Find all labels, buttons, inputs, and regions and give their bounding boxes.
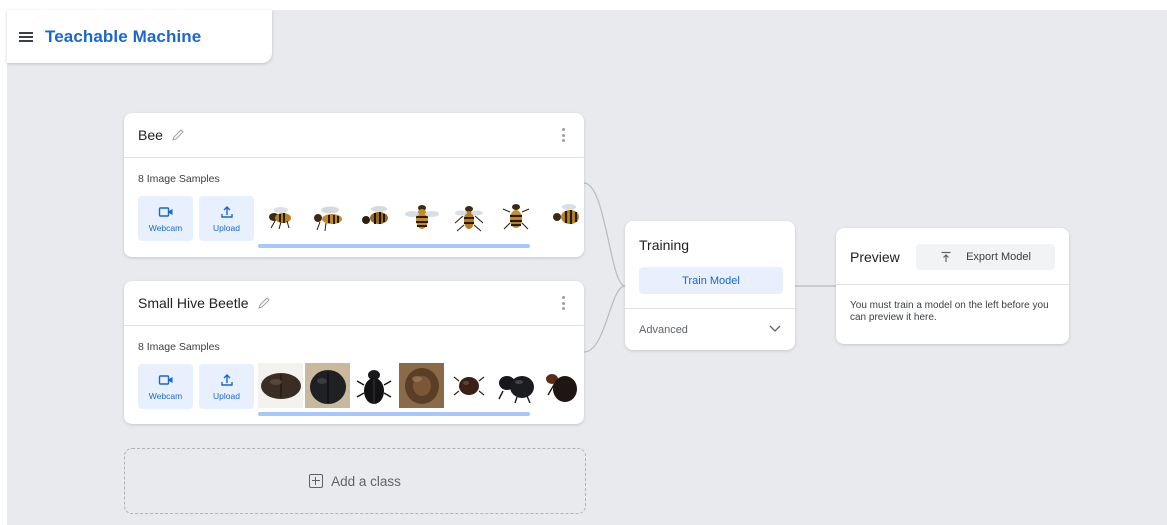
- sample-thumbnails[interactable]: [258, 193, 584, 243]
- upload-icon: [220, 205, 233, 218]
- bee-thumbnail[interactable]: [258, 193, 303, 241]
- export-model-label: Export Model: [966, 251, 1031, 263]
- more-options-icon[interactable]: [562, 128, 566, 142]
- bee-thumbnail[interactable]: [493, 193, 538, 241]
- training-panel: Training Train Model Advanced: [625, 221, 795, 350]
- bee-thumbnail[interactable]: [540, 193, 584, 241]
- add-class-label: Add a class: [331, 473, 401, 489]
- class-card-bee: Bee 8 Image Samples Webcam Upload: [124, 113, 584, 257]
- webcam-icon: [158, 206, 172, 217]
- preview-message: You must train a model on the left befor…: [850, 300, 1049, 323]
- export-model-button[interactable]: Export Model: [916, 244, 1055, 270]
- thumbnail-scrollbar[interactable]: [258, 412, 530, 416]
- bee-thumbnail[interactable]: [352, 193, 397, 241]
- beetle-thumbnail[interactable]: [305, 361, 350, 409]
- pencil-icon[interactable]: [171, 128, 185, 142]
- upload-label: Upload: [213, 390, 240, 401]
- preview-panel: Preview Export Model You must train a mo…: [836, 228, 1069, 344]
- add-class-button[interactable]: Add a class: [124, 448, 586, 514]
- beetle-thumbnail[interactable]: [493, 361, 538, 409]
- preview-title: Preview: [850, 249, 900, 265]
- export-icon: [941, 251, 951, 262]
- bee-thumbnail[interactable]: [399, 193, 444, 241]
- upload-icon: [220, 373, 233, 386]
- class-header: Small Hive Beetle: [124, 281, 584, 326]
- train-model-button[interactable]: Train Model: [639, 267, 783, 294]
- beetle-thumbnail[interactable]: [352, 361, 397, 409]
- beetle-thumbnail[interactable]: [258, 361, 303, 409]
- webcam-button[interactable]: Webcam: [138, 364, 193, 409]
- bee-thumbnail[interactable]: [446, 193, 491, 241]
- webcam-label: Webcam: [148, 222, 183, 233]
- webcam-label: Webcam: [148, 390, 183, 401]
- divider: [625, 308, 795, 309]
- webcam-icon: [158, 374, 172, 385]
- upload-button[interactable]: Upload: [199, 196, 254, 241]
- training-title: Training: [639, 237, 690, 253]
- app-header: Teachable Machine: [7, 10, 272, 63]
- sample-thumbnails[interactable]: [258, 361, 584, 411]
- beetle-thumbnail[interactable]: [540, 361, 584, 409]
- upload-label: Upload: [213, 222, 240, 233]
- bee-thumbnail[interactable]: [305, 193, 350, 241]
- beetle-thumbnail[interactable]: [399, 361, 444, 409]
- upload-button[interactable]: Upload: [199, 364, 254, 409]
- more-options-icon[interactable]: [562, 296, 566, 310]
- advanced-toggle-label[interactable]: Advanced: [639, 324, 688, 336]
- samples-count: 8 Image Samples: [138, 341, 220, 353]
- webcam-button[interactable]: Webcam: [138, 196, 193, 241]
- divider: [836, 284, 1069, 285]
- add-box-icon: [309, 474, 324, 488]
- app-title[interactable]: Teachable Machine: [45, 27, 201, 47]
- pencil-icon[interactable]: [257, 296, 271, 310]
- class-name[interactable]: Small Hive Beetle: [138, 295, 249, 311]
- menu-icon[interactable]: [19, 31, 33, 42]
- class-header: Bee: [124, 113, 584, 158]
- beetle-thumbnail[interactable]: [446, 361, 491, 409]
- chevron-down-icon[interactable]: [769, 325, 781, 333]
- thumbnail-scrollbar[interactable]: [258, 244, 530, 248]
- class-card-small-hive-beetle: Small Hive Beetle 8 Image Samples Webcam…: [124, 281, 584, 424]
- samples-count: 8 Image Samples: [138, 173, 220, 185]
- class-name[interactable]: Bee: [138, 127, 163, 143]
